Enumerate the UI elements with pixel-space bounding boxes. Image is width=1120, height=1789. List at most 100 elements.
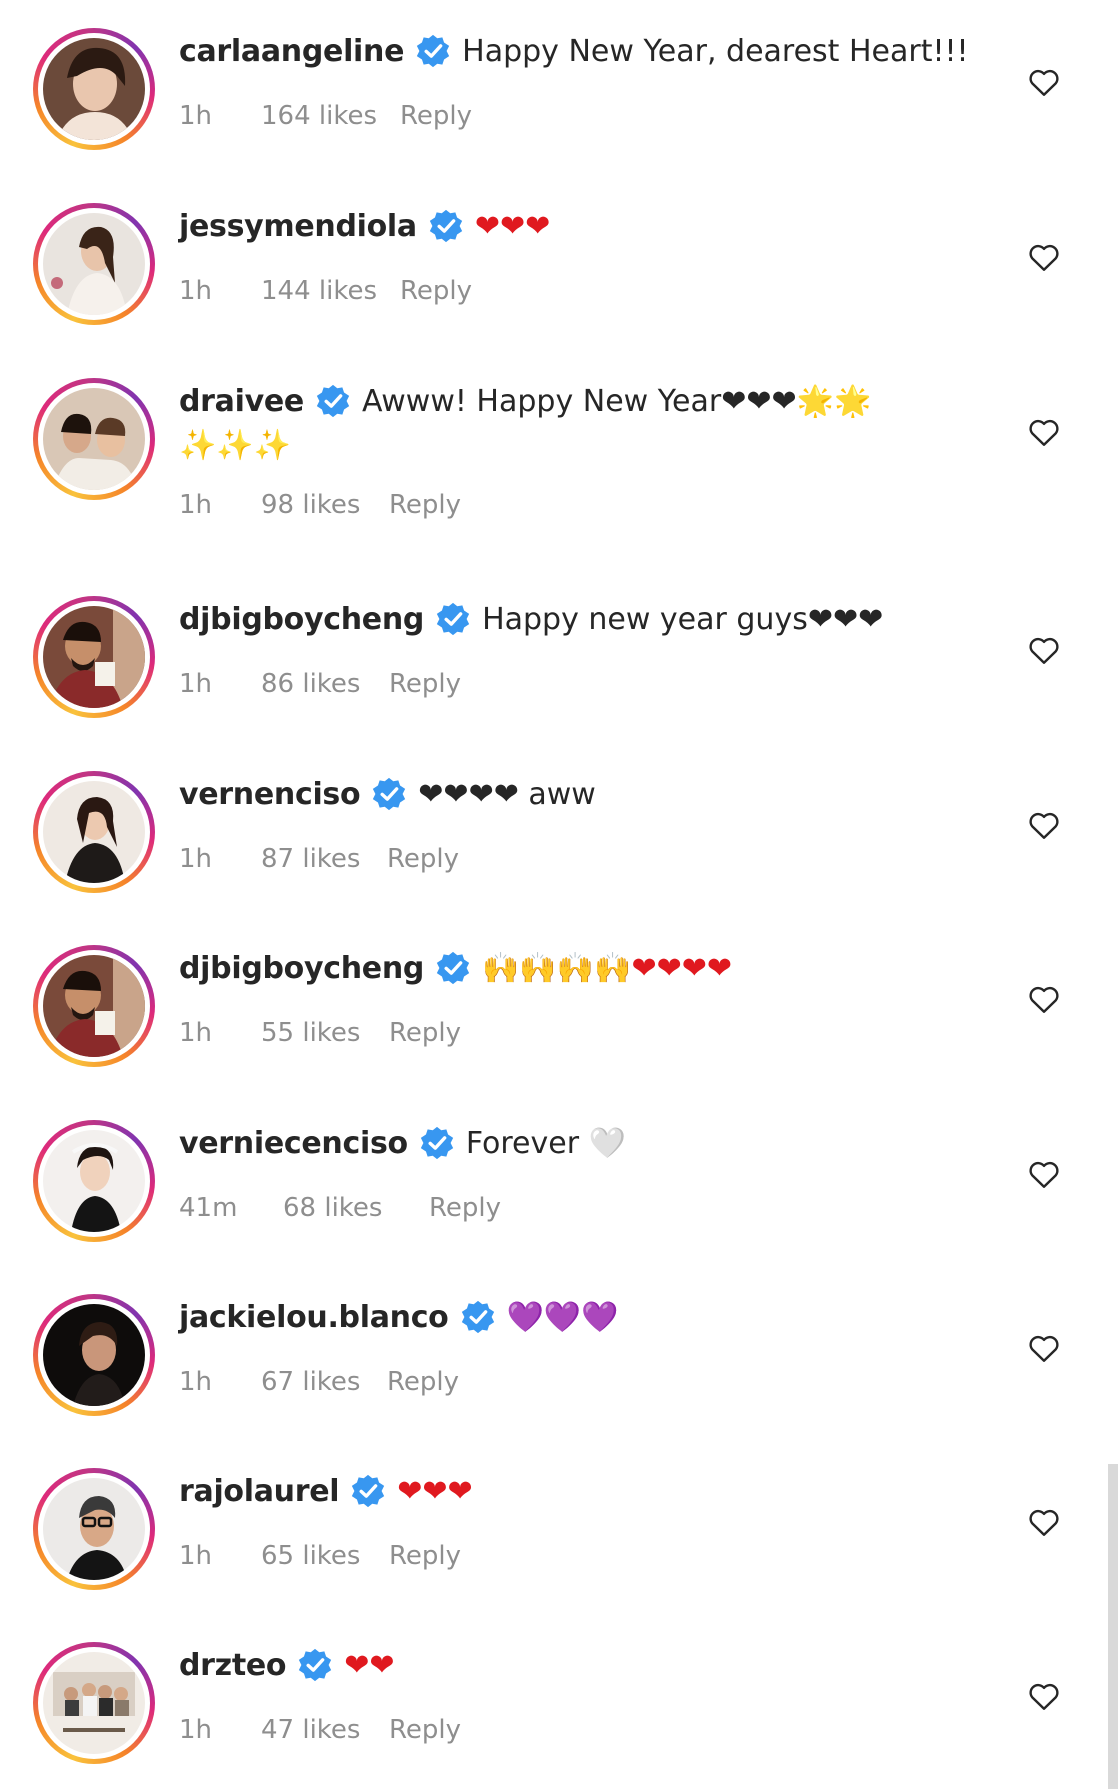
comment-line: jackielou.blanco 💜💜💜 (179, 1294, 619, 1340)
avatar[interactable] (33, 945, 155, 1067)
avatar[interactable] (33, 1642, 155, 1764)
comment-meta: 1h 55 likes Reply (179, 1015, 461, 1051)
heart-outline-icon[interactable] (1026, 239, 1062, 275)
reply-button[interactable]: Reply (387, 1367, 459, 1397)
comment-text: ❤❤❤ (397, 1473, 473, 1509)
likes-count[interactable]: 67 likes (261, 1367, 387, 1397)
reply-button[interactable]: Reply (400, 101, 472, 131)
comment-meta: 1h 164 likes Reply (179, 98, 472, 134)
comment-text: Happy new year guys❤❤❤ (482, 601, 884, 637)
avatar[interactable] (33, 1120, 155, 1242)
avatar[interactable] (33, 203, 155, 325)
reply-button[interactable]: Reply (389, 490, 461, 520)
comment-line: jessymendiola ❤❤❤ (179, 203, 550, 249)
comment-time: 1h (179, 1018, 213, 1048)
likes-count[interactable]: 55 likes (261, 1018, 389, 1048)
heart-outline-icon[interactable] (1026, 1330, 1062, 1366)
comment-time: 1h (179, 276, 213, 306)
comment-line: drzteo ❤❤ (179, 1642, 395, 1688)
heart-outline-icon[interactable] (1026, 807, 1062, 843)
comment-text: Happy New Year, dearest Heart!!! (462, 33, 969, 69)
comment-line: verniecenciso Forever 🤍 (179, 1120, 626, 1166)
comment-text: Forever 🤍 (465, 1125, 626, 1161)
heart-outline-icon[interactable] (1026, 981, 1062, 1017)
reply-button[interactable]: Reply (400, 276, 472, 306)
comment-meta: 1h 98 likes Reply (179, 487, 461, 523)
comment-text-continued: ✨✨✨ (179, 427, 292, 463)
comment-line: draivee Awww! Happy New Year❤❤❤🌟🌟 (179, 378, 871, 424)
username-link[interactable]: vernenciso (179, 777, 361, 812)
comment-line: carlaangeline Happy New Year, dearest He… (179, 28, 969, 74)
comment-time: 1h (179, 101, 213, 131)
comment-time: 1h (179, 844, 213, 874)
comment-meta: 1h 86 likes Reply (179, 666, 461, 702)
comment-text: 💜💜💜 (506, 1299, 619, 1335)
verified-badge-icon (351, 1474, 385, 1508)
comment-time: 1h (179, 669, 213, 699)
verified-badge-icon (420, 1126, 454, 1160)
username-link[interactable]: jackielou.blanco (179, 1300, 449, 1335)
username-link[interactable]: drzteo (179, 1648, 287, 1683)
avatar[interactable] (33, 1468, 155, 1590)
username-link[interactable]: djbigboycheng (179, 951, 424, 986)
likes-count[interactable]: 86 likes (261, 669, 389, 699)
comment-meta: 1h 65 likes Reply (179, 1538, 461, 1574)
reply-button[interactable]: Reply (387, 844, 459, 874)
comment-line: vernenciso ❤❤❤❤ aww (179, 771, 596, 817)
comment-meta: 1h 67 likes Reply (179, 1364, 459, 1400)
comment-line: djbigboycheng Happy new year guys❤❤❤ (179, 596, 883, 642)
verified-badge-icon (429, 209, 463, 243)
comment-time: 1h (179, 1367, 213, 1397)
avatar[interactable] (33, 771, 155, 893)
verified-badge-icon (416, 34, 450, 68)
heart-outline-icon[interactable] (1026, 1156, 1062, 1192)
username-link[interactable]: verniecenciso (179, 1126, 408, 1161)
heart-outline-icon[interactable] (1026, 1678, 1062, 1714)
reply-button[interactable]: Reply (389, 669, 461, 699)
likes-count[interactable]: 87 likes (261, 844, 387, 874)
verified-badge-icon (436, 951, 470, 985)
avatar[interactable] (33, 596, 155, 718)
scrollbar[interactable] (1108, 1464, 1118, 1789)
reply-button[interactable]: Reply (389, 1018, 461, 1048)
heart-outline-icon[interactable] (1026, 64, 1062, 100)
heart-outline-icon[interactable] (1026, 632, 1062, 668)
likes-count[interactable]: 98 likes (261, 490, 389, 520)
comment-meta: 1h 87 likes Reply (179, 841, 459, 877)
verified-badge-icon (372, 777, 406, 811)
comment-time: 1h (179, 1541, 213, 1571)
comment-line: rajolaurel ❤❤❤ (179, 1468, 473, 1514)
reply-button[interactable]: Reply (389, 1541, 461, 1571)
comment-meta: 1h 47 likes Reply (179, 1712, 461, 1748)
comment-line: djbigboycheng 🙌🙌🙌🙌❤❤❤❤ (179, 945, 732, 991)
comment-meta: 1h 144 likes Reply (179, 273, 472, 309)
username-link[interactable]: djbigboycheng (179, 602, 424, 637)
comment-text: ❤❤❤❤ aww (418, 776, 596, 812)
comment-meta: 41m 68 likes Reply (179, 1190, 501, 1226)
comment-text: ❤❤ (344, 1647, 395, 1683)
verified-badge-icon (298, 1648, 332, 1682)
comment-time: 1h (179, 1715, 213, 1745)
comment-text: Awww! Happy New Year❤❤❤🌟🌟 (361, 383, 872, 419)
username-link[interactable]: carlaangeline (179, 34, 404, 69)
likes-count[interactable]: 68 likes (283, 1193, 429, 1223)
reply-button[interactable]: Reply (429, 1193, 501, 1223)
likes-count[interactable]: 65 likes (261, 1541, 389, 1571)
comment-text: ❤❤❤ (474, 208, 551, 244)
avatar[interactable] (33, 28, 155, 150)
heart-outline-icon[interactable] (1026, 1504, 1062, 1540)
username-link[interactable]: draivee (179, 384, 304, 419)
avatar[interactable] (33, 1294, 155, 1416)
comments-list: carlaangeline Happy New Year, dearest He… (0, 0, 1120, 1789)
verified-badge-icon (436, 602, 470, 636)
likes-count[interactable]: 164 likes (261, 101, 400, 131)
reply-button[interactable]: Reply (389, 1715, 461, 1745)
username-link[interactable]: rajolaurel (179, 1474, 340, 1509)
username-link[interactable]: jessymendiola (179, 209, 417, 244)
heart-outline-icon[interactable] (1026, 414, 1062, 450)
comment-text: 🙌🙌🙌🙌❤❤❤❤ (482, 950, 733, 986)
avatar[interactable] (33, 378, 155, 500)
likes-count[interactable]: 47 likes (261, 1715, 389, 1745)
verified-badge-icon (461, 1300, 495, 1334)
likes-count[interactable]: 144 likes (261, 276, 400, 306)
